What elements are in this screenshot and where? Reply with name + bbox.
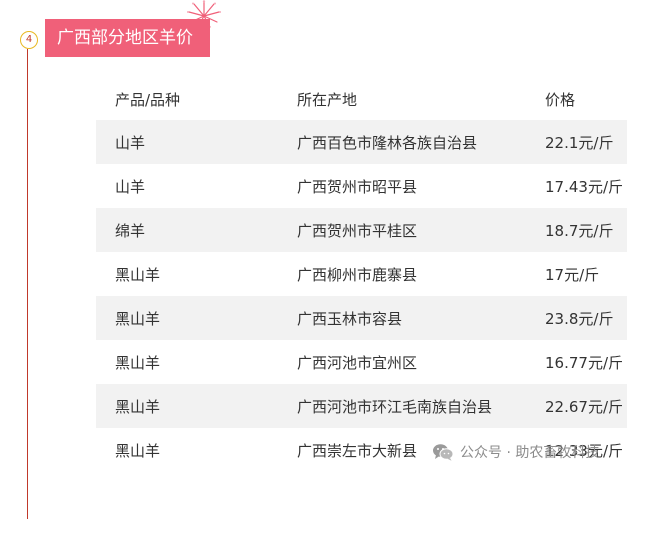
cell-price: 23.8元/斤 — [527, 296, 627, 340]
table-row: 绵羊 广西贺州市平桂区 18.7元/斤 — [96, 208, 627, 252]
cell-price: 17元/斤 — [527, 252, 627, 296]
cell-origin: 广西贺州市昭平县 — [297, 164, 527, 208]
cell-price: 17.43元/斤 — [527, 164, 627, 208]
cell-origin: 广西河池市宜州区 — [297, 340, 527, 384]
cell-product: 黑山羊 — [96, 296, 297, 340]
cell-origin: 广西玉林市容县 — [297, 296, 527, 340]
cell-price: 22.67元/斤 — [527, 384, 627, 428]
table-row: 黑山羊 广西柳州市鹿寨县 17元/斤 — [96, 252, 627, 296]
cell-origin: 广西柳州市鹿寨县 — [297, 252, 527, 296]
cell-product: 绵羊 — [96, 208, 297, 252]
cell-product: 山羊 — [96, 120, 297, 164]
watermark: 公众号 · 助农畜牧科技 — [432, 441, 599, 463]
table-row: 山羊 广西百色市隆林各族自治县 22.1元/斤 — [96, 120, 627, 164]
header-price: 价格 — [545, 90, 576, 109]
header-origin: 所在产地 — [297, 90, 358, 109]
cell-origin: 广西河池市环江毛南族自治县 — [297, 384, 527, 428]
cell-origin: 广西百色市隆林各族自治县 — [297, 120, 527, 164]
cell-product: 山羊 — [96, 164, 297, 208]
table-row: 黑山羊 广西河池市宜州区 16.77元/斤 — [96, 340, 627, 384]
section-number-badge: 4 — [20, 31, 38, 49]
timeline-line — [27, 49, 28, 519]
cell-origin: 广西贺州市平桂区 — [297, 208, 527, 252]
cell-product: 黑山羊 — [96, 428, 297, 472]
cell-price: 22.1元/斤 — [527, 120, 627, 164]
section-title: 广西部分地区羊价 — [45, 19, 210, 57]
cell-price: 16.77元/斤 — [527, 340, 627, 384]
cell-price: 18.7元/斤 — [527, 208, 627, 252]
table-row: 黑山羊 广西玉林市容县 23.8元/斤 — [96, 296, 627, 340]
cell-product: 黑山羊 — [96, 340, 297, 384]
table-row: 山羊 广西贺州市昭平县 17.43元/斤 — [96, 164, 627, 208]
price-table: 产品/品种 所在产地 价格 山羊 广西百色市隆林各族自治县 22.1元/斤 山羊… — [96, 78, 627, 472]
cell-product: 黑山羊 — [96, 252, 297, 296]
wechat-icon — [433, 444, 454, 461]
table-header-row: 产品/品种 所在产地 价格 — [96, 78, 627, 120]
table-row: 黑山羊 广西河池市环江毛南族自治县 22.67元/斤 — [96, 384, 627, 428]
watermark-text: 公众号 · 助农畜牧科技 — [460, 445, 600, 461]
cell-product: 黑山羊 — [96, 384, 297, 428]
header-product: 产品/品种 — [115, 90, 181, 109]
